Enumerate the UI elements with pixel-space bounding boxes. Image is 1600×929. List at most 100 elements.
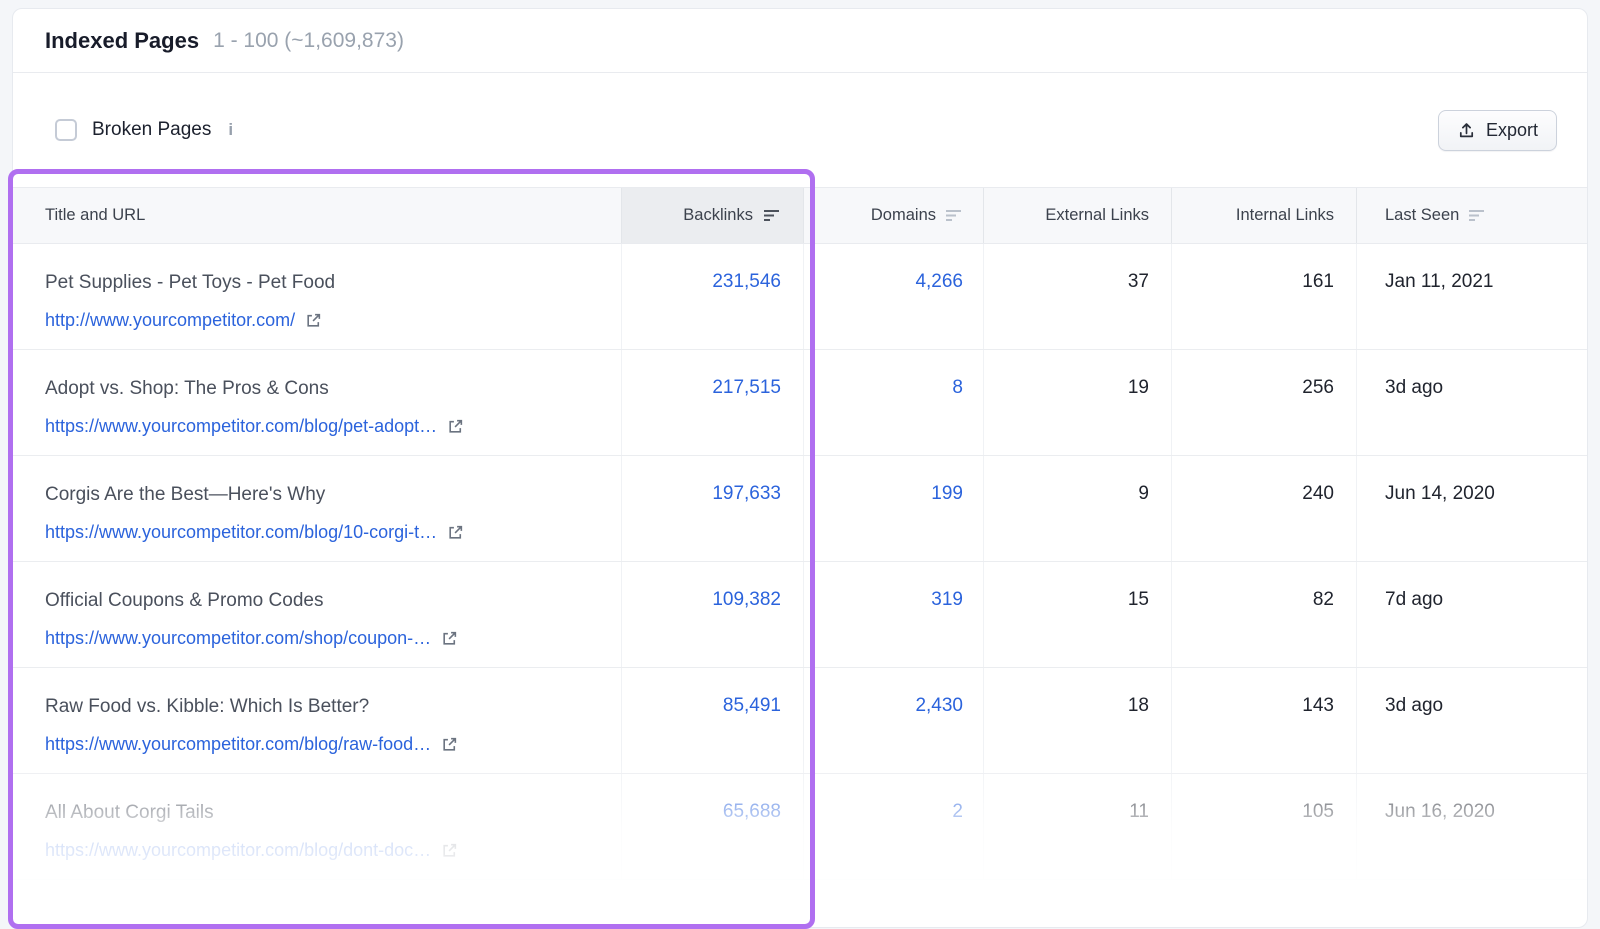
last-seen-cell: 3d ago <box>1356 668 1587 773</box>
domains-value[interactable]: 2,430 <box>915 695 963 716</box>
backlinks-cell: 85,491 <box>621 668 803 773</box>
page-row-title: Pet Supplies - Pet Toys - Pet Food <box>45 272 336 293</box>
domains-cell: 2,430 <box>803 668 983 773</box>
page-url-link[interactable]: https://www.yourcompetitor.com/blog/10-c… <box>45 522 437 543</box>
domains-cell: 319 <box>803 562 983 667</box>
page-row-title: Corgis Are the Best—Here's Why <box>45 484 326 505</box>
table-row: Official Coupons & Promo Codes https://w… <box>13 562 1587 668</box>
broken-pages-label: Broken Pages <box>92 119 212 140</box>
sort-icon <box>1467 209 1486 222</box>
domains-value[interactable]: 2 <box>952 801 963 822</box>
internal-links-value: 240 <box>1302 483 1334 504</box>
column-header-domains[interactable]: Domains <box>803 188 983 243</box>
domains-value[interactable]: 319 <box>931 589 963 610</box>
export-button[interactable]: Export <box>1437 109 1557 151</box>
column-header-external-links[interactable]: External Links <box>983 188 1171 243</box>
external-link-icon[interactable] <box>447 524 464 541</box>
toolbar: Broken Pages i Export <box>13 73 1587 187</box>
backlinks-value[interactable]: 85,491 <box>723 695 781 716</box>
column-header-last-seen[interactable]: Last Seen <box>1356 188 1587 243</box>
sort-icon <box>944 209 963 222</box>
last-seen-cell: 7d ago <box>1356 562 1587 667</box>
title-url-cell: Raw Food vs. Kibble: Which Is Better? ht… <box>13 668 621 773</box>
external-links-value: 11 <box>1129 801 1149 822</box>
table-row: Raw Food vs. Kibble: Which Is Better? ht… <box>13 668 1587 774</box>
last-seen-cell: 3d ago <box>1356 350 1587 455</box>
domains-cell: 4,266 <box>803 244 983 349</box>
column-header-internal-links[interactable]: Internal Links <box>1171 188 1356 243</box>
indexed-pages-table: Title and URL Backlinks Domains External… <box>13 187 1587 880</box>
indexed-pages-card: Indexed Pages 1 - 100 (~1,609,873) Broke… <box>12 8 1588 928</box>
column-header-last-seen-label: Last Seen <box>1385 206 1460 224</box>
column-header-backlinks[interactable]: Backlinks <box>621 188 803 243</box>
page-url-link[interactable]: http://www.yourcompetitor.com/ <box>45 310 295 331</box>
info-icon[interactable]: i <box>226 120 233 140</box>
table-row: Corgis Are the Best—Here's Why https://w… <box>13 456 1587 562</box>
broken-pages-checkbox[interactable] <box>55 119 77 141</box>
sort-descending-icon <box>762 209 781 222</box>
external-links-cell: 18 <box>983 668 1171 773</box>
column-header-backlinks-label: Backlinks <box>683 206 753 224</box>
backlinks-value[interactable]: 217,515 <box>712 377 781 398</box>
internal-links-value: 161 <box>1302 271 1334 292</box>
title-url-cell: Corgis Are the Best—Here's Why https://w… <box>13 456 621 561</box>
backlinks-cell: 65,688 <box>621 774 803 879</box>
page-url-link[interactable]: https://www.yourcompetitor.com/shop/coup… <box>45 628 431 649</box>
external-link-icon[interactable] <box>441 630 458 647</box>
backlinks-cell: 231,546 <box>621 244 803 349</box>
domains-value[interactable]: 4,266 <box>915 271 963 292</box>
backlinks-cell: 109,382 <box>621 562 803 667</box>
page-row-title: Adopt vs. Shop: The Pros & Cons <box>45 378 329 399</box>
backlinks-value[interactable]: 197,633 <box>712 483 781 504</box>
last-seen-cell: Jan 11, 2021 <box>1356 244 1587 349</box>
internal-links-cell: 105 <box>1171 774 1356 879</box>
internal-links-cell: 256 <box>1171 350 1356 455</box>
backlinks-value[interactable]: 65,688 <box>723 801 781 822</box>
result-range: 1 - 100 (~1,609,873) <box>213 28 404 52</box>
backlinks-value[interactable]: 231,546 <box>712 271 781 292</box>
external-links-cell: 19 <box>983 350 1171 455</box>
external-links-value: 19 <box>1127 377 1149 398</box>
external-link-icon[interactable] <box>441 736 458 753</box>
page-row-title: Official Coupons & Promo Codes <box>45 590 324 611</box>
external-link-icon[interactable] <box>441 842 458 859</box>
internal-links-value: 256 <box>1302 377 1334 398</box>
domains-cell: 2 <box>803 774 983 879</box>
broken-pages-toggle[interactable]: Broken Pages i <box>55 119 233 141</box>
internal-links-cell: 143 <box>1171 668 1356 773</box>
page-row-title: All About Corgi Tails <box>45 802 214 823</box>
backlinks-cell: 217,515 <box>621 350 803 455</box>
external-links-value: 37 <box>1127 271 1149 292</box>
page-url-link[interactable]: https://www.yourcompetitor.com/blog/pet-… <box>45 416 437 437</box>
title-url-cell: All About Corgi Tails https://www.yourco… <box>13 774 621 879</box>
title-url-cell: Pet Supplies - Pet Toys - Pet Food http:… <box>13 244 621 349</box>
backlinks-value[interactable]: 109,382 <box>712 589 781 610</box>
external-links-value: 15 <box>1127 589 1149 610</box>
external-link-icon[interactable] <box>305 312 322 329</box>
domains-cell: 8 <box>803 350 983 455</box>
internal-links-value: 143 <box>1302 695 1334 716</box>
external-link-icon[interactable] <box>447 418 464 435</box>
column-header-title-and-url[interactable]: Title and URL <box>13 188 621 243</box>
page-url-link[interactable]: https://www.yourcompetitor.com/blog/raw-… <box>45 734 431 755</box>
page-title: Indexed Pages <box>45 27 200 53</box>
internal-links-cell: 82 <box>1171 562 1356 667</box>
backlinks-cell: 197,633 <box>621 456 803 561</box>
domains-value[interactable]: 199 <box>931 483 963 504</box>
last-seen-cell: Jun 14, 2020 <box>1356 456 1587 561</box>
table-header-row: Title and URL Backlinks Domains External… <box>13 187 1587 244</box>
internal-links-value: 105 <box>1302 801 1334 822</box>
external-links-cell: 9 <box>983 456 1171 561</box>
page-url-link[interactable]: https://www.yourcompetitor.com/blog/dont… <box>45 840 431 861</box>
domains-value[interactable]: 8 <box>952 377 963 398</box>
internal-links-value: 82 <box>1312 589 1334 610</box>
title-url-cell: Official Coupons & Promo Codes https://w… <box>13 562 621 667</box>
last-seen-cell: Jun 16, 2020 <box>1356 774 1587 879</box>
external-links-value: 18 <box>1127 695 1149 716</box>
title-url-cell: Adopt vs. Shop: The Pros & Cons https://… <box>13 350 621 455</box>
domains-cell: 199 <box>803 456 983 561</box>
external-links-cell: 11 <box>983 774 1171 879</box>
export-icon <box>1457 121 1476 140</box>
external-links-cell: 15 <box>983 562 1171 667</box>
card-header: Indexed Pages 1 - 100 (~1,609,873) <box>13 9 1587 73</box>
